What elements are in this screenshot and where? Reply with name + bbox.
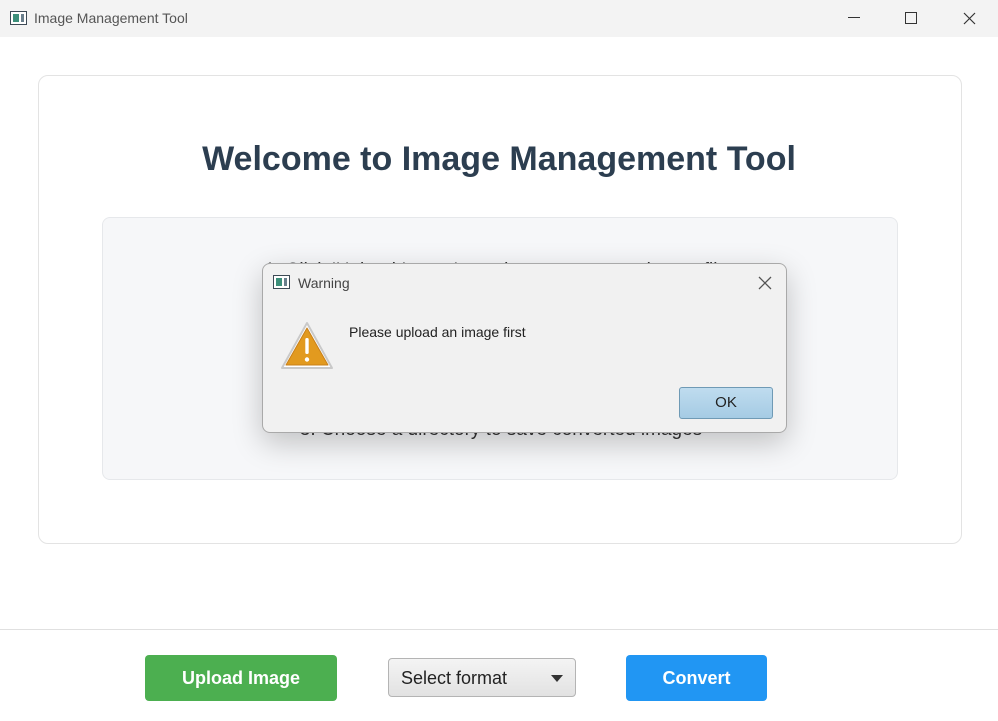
maximize-button[interactable] bbox=[888, 0, 934, 37]
chevron-down-icon bbox=[551, 675, 563, 682]
format-select[interactable]: Select format bbox=[388, 658, 576, 697]
dialog-app-icon bbox=[273, 275, 290, 289]
minimize-button[interactable] bbox=[830, 0, 876, 37]
dialog-message: Please upload an image first bbox=[349, 324, 526, 340]
format-select-value: Select format bbox=[401, 668, 508, 688]
window-title: Image Management Tool bbox=[34, 10, 188, 26]
page-title: Welcome to Image Management Tool bbox=[202, 140, 796, 178]
dialog-title: Warning bbox=[298, 275, 350, 291]
dialog-close-icon[interactable] bbox=[757, 275, 773, 291]
ok-button[interactable]: OK bbox=[679, 387, 773, 419]
close-icon bbox=[963, 12, 976, 25]
warning-icon bbox=[281, 322, 333, 369]
bottom-divider bbox=[0, 629, 998, 630]
title-bar: Image Management Tool bbox=[0, 0, 998, 37]
app-icon bbox=[10, 11, 27, 25]
close-button[interactable] bbox=[946, 0, 992, 37]
warning-dialog: Warning Please upload an image first OK bbox=[262, 263, 787, 433]
upload-image-button[interactable]: Upload Image bbox=[145, 655, 337, 701]
convert-button[interactable]: Convert bbox=[626, 655, 767, 701]
